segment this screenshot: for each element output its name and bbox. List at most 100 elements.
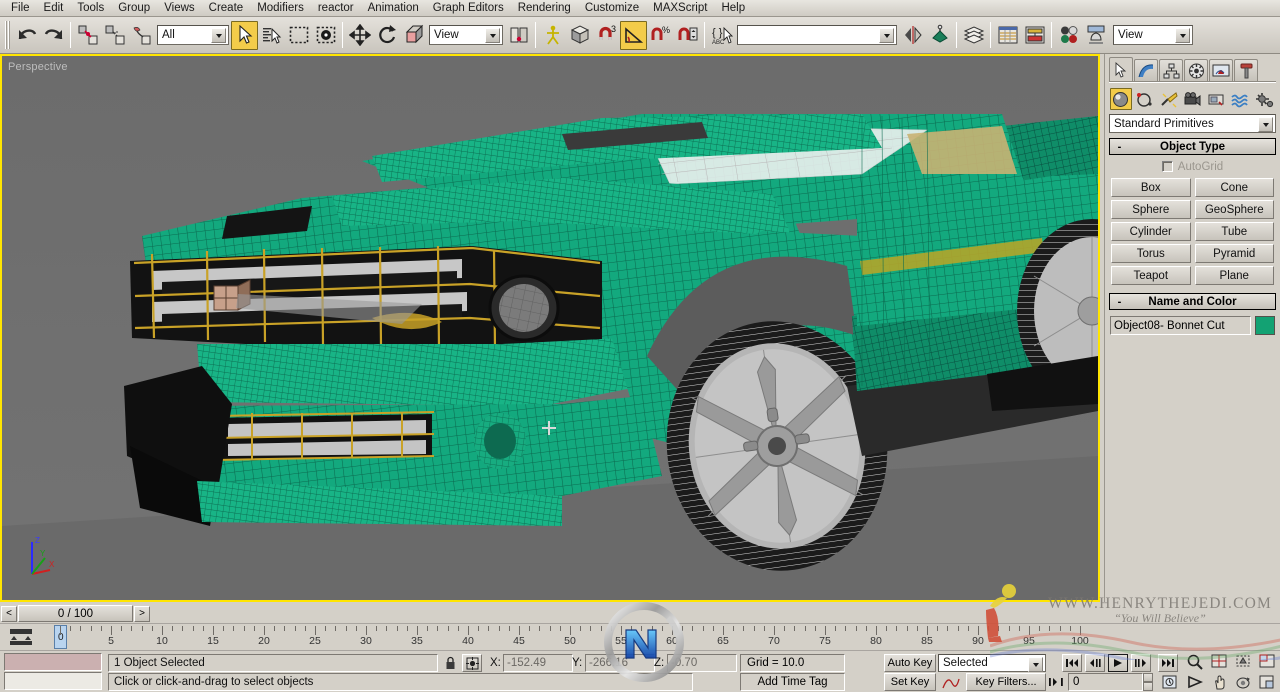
viewport-layout-dropdown[interactable]: View bbox=[1113, 25, 1193, 45]
object-name-input[interactable]: Object08- Bonnet Cut bbox=[1110, 316, 1251, 335]
menu-item-tools[interactable]: Tools bbox=[70, 1, 111, 15]
tab-display[interactable] bbox=[1209, 59, 1233, 81]
select-and-manipulate-icon[interactable] bbox=[539, 21, 566, 50]
percent-snap-toggle-icon[interactable]: % bbox=[647, 21, 674, 50]
menu-item-views[interactable]: Views bbox=[157, 1, 201, 15]
set-key-curve-icon[interactable] bbox=[940, 673, 962, 691]
chevron-down-icon[interactable] bbox=[879, 28, 894, 43]
select-and-move-icon[interactable] bbox=[346, 21, 373, 50]
maximize-viewport-icon[interactable] bbox=[1256, 673, 1278, 691]
redo-icon[interactable] bbox=[40, 21, 67, 50]
arc-rotate-icon[interactable] bbox=[1232, 673, 1254, 691]
menu-item-customize[interactable]: Customize bbox=[578, 1, 646, 15]
align-icon[interactable] bbox=[926, 21, 953, 50]
menu-item-create[interactable]: Create bbox=[202, 1, 251, 15]
create-torus-button[interactable]: Torus bbox=[1111, 244, 1191, 263]
go-to-frame-icon[interactable] bbox=[1046, 673, 1066, 691]
autogrid-row[interactable]: AutoGrid bbox=[1109, 158, 1276, 175]
select-and-rotate-icon[interactable] bbox=[373, 21, 400, 50]
sphere-icon[interactable] bbox=[1110, 88, 1132, 110]
next-frame-button[interactable]: > bbox=[134, 605, 150, 622]
create-tube-button[interactable]: Tube bbox=[1194, 222, 1274, 241]
named-selection-sets-icon[interactable]: { } ABC bbox=[708, 21, 735, 50]
key-filters-button[interactable]: Key Filters... bbox=[966, 673, 1046, 691]
tab-create[interactable] bbox=[1109, 57, 1133, 81]
menu-item-help[interactable]: Help bbox=[714, 1, 752, 15]
create-cylinder-button[interactable]: Cylinder bbox=[1111, 222, 1191, 241]
select-and-scale-icon[interactable] bbox=[400, 21, 427, 50]
menu-item-reactor[interactable]: reactor bbox=[311, 1, 361, 15]
toolbar-grip[interactable] bbox=[5, 21, 10, 49]
create-sphere-button[interactable]: Sphere bbox=[1111, 200, 1191, 219]
layer-manager-icon[interactable] bbox=[960, 21, 987, 50]
snaps-3d-toggle-icon[interactable]: 3 bbox=[593, 21, 620, 50]
open-mini-curve-editor-icon[interactable] bbox=[8, 627, 34, 647]
tab-modify[interactable] bbox=[1134, 59, 1158, 81]
shapes-icon[interactable] bbox=[1134, 88, 1156, 110]
snaps-toggle-icon[interactable] bbox=[566, 21, 593, 50]
chevron-down-icon[interactable] bbox=[1258, 117, 1273, 132]
camera-icon[interactable] bbox=[1182, 88, 1204, 110]
named-selection-sets-input[interactable] bbox=[737, 25, 897, 45]
menu-item-modifiers[interactable]: Modifiers bbox=[250, 1, 311, 15]
frame-readout[interactable]: 0 / 100 bbox=[18, 605, 133, 622]
autogrid-checkbox[interactable] bbox=[1161, 161, 1173, 172]
mirror-icon[interactable] bbox=[899, 21, 926, 50]
menu-item-graph-editors[interactable]: Graph Editors bbox=[426, 1, 511, 15]
menu-item-edit[interactable]: Edit bbox=[37, 1, 71, 15]
menu-item-animation[interactable]: Animation bbox=[361, 1, 426, 15]
undo-icon[interactable] bbox=[13, 21, 40, 50]
helpers-icon[interactable] bbox=[1205, 88, 1227, 110]
create-plane-button[interactable]: Plane bbox=[1194, 266, 1274, 285]
select-and-link-icon[interactable] bbox=[74, 21, 101, 50]
rollout-collapse-icon[interactable]: - bbox=[1115, 296, 1124, 308]
create-pyramid-button[interactable]: Pyramid bbox=[1194, 244, 1274, 263]
object-type-rollout-header[interactable]: - Object Type bbox=[1109, 138, 1276, 155]
spinner-snap-toggle-icon[interactable] bbox=[674, 21, 701, 50]
unlink-selection-icon[interactable] bbox=[101, 21, 128, 50]
chevron-down-icon[interactable] bbox=[1175, 28, 1190, 43]
tab-utilities[interactable] bbox=[1234, 59, 1258, 81]
menu-item-group[interactable]: Group bbox=[111, 1, 157, 15]
menu-item-maxscript[interactable]: MAXScript bbox=[646, 1, 714, 15]
lock-selection-icon[interactable] bbox=[442, 654, 458, 672]
object-category-dropdown[interactable]: Standard Primitives bbox=[1109, 114, 1276, 133]
tab-hierarchy[interactable] bbox=[1159, 59, 1183, 81]
add-time-tag-button[interactable]: Add Time Tag bbox=[740, 673, 845, 691]
coord-x-value[interactable]: -152.49 bbox=[503, 654, 573, 672]
field-of-view-icon[interactable] bbox=[1184, 673, 1206, 691]
coord-x[interactable]: X: -152.49 bbox=[490, 654, 573, 672]
create-teapot-button[interactable]: Teapot bbox=[1111, 266, 1191, 285]
tab-motion[interactable] bbox=[1184, 59, 1208, 81]
rollout-collapse-icon[interactable]: - bbox=[1115, 141, 1124, 153]
chevron-down-icon[interactable] bbox=[211, 28, 226, 43]
create-box-button[interactable]: Box bbox=[1111, 178, 1191, 197]
rectangular-selection-region-icon[interactable] bbox=[285, 21, 312, 50]
select-by-name-icon[interactable] bbox=[258, 21, 285, 50]
systems-icon[interactable] bbox=[1253, 88, 1275, 110]
render-setup-icon[interactable] bbox=[1082, 21, 1109, 50]
key-mode-toggle-icon[interactable] bbox=[1158, 673, 1180, 691]
auto-key-button[interactable]: Auto Key bbox=[884, 654, 936, 672]
angle-snap-toggle-icon[interactable] bbox=[620, 20, 647, 50]
current-frame-field[interactable]: 0 bbox=[1068, 673, 1143, 691]
name-and-color-rollout-header[interactable]: - Name and Color bbox=[1109, 293, 1276, 310]
create-cone-button[interactable]: Cone bbox=[1194, 178, 1274, 197]
window-crossing-toggle-icon[interactable] bbox=[312, 21, 339, 50]
selection-filter-dropdown[interactable]: All bbox=[157, 25, 229, 45]
light-icon[interactable] bbox=[1158, 88, 1180, 110]
previous-frame-button[interactable]: < bbox=[1, 605, 17, 622]
frame-spinner[interactable] bbox=[1143, 673, 1153, 691]
chevron-down-icon[interactable] bbox=[485, 28, 500, 43]
absolute-relative-toggle-icon[interactable] bbox=[462, 654, 482, 672]
material-editor-icon[interactable] bbox=[1055, 21, 1082, 50]
bind-to-space-warp-icon[interactable] bbox=[128, 21, 155, 50]
schematic-view-icon[interactable] bbox=[1021, 21, 1048, 50]
create-geosphere-button[interactable]: GeoSphere bbox=[1194, 200, 1274, 219]
menu-item-rendering[interactable]: Rendering bbox=[511, 1, 578, 15]
use-pivot-point-center-icon[interactable] bbox=[505, 21, 532, 50]
wave-icon[interactable] bbox=[1229, 88, 1251, 110]
maxscript-listener-pink[interactable] bbox=[4, 653, 102, 671]
maxscript-listener-white[interactable] bbox=[4, 672, 102, 690]
pan-icon[interactable] bbox=[1208, 673, 1230, 691]
